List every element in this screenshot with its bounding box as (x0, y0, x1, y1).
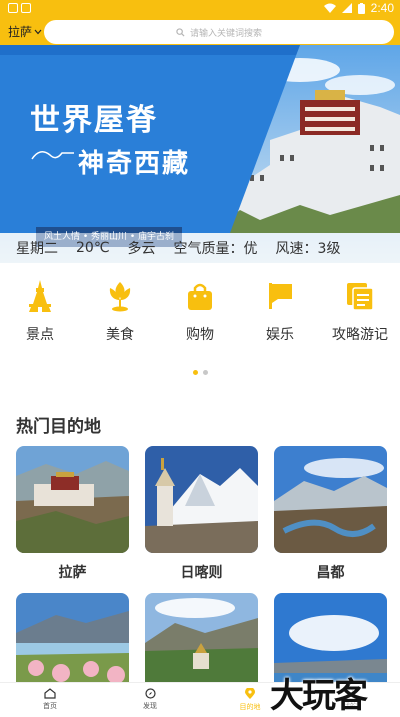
search-input[interactable]: 请输入关键词搜索 (44, 20, 394, 44)
weather-bar: 星期二 20℃ 多云 空气质量：优 风速：3级 (0, 233, 400, 263)
signal-icon (341, 3, 352, 13)
category-travel-guides[interactable]: 攻略游记 (320, 280, 400, 350)
notification-icon (8, 3, 18, 13)
compass-icon (144, 688, 156, 699)
category-label: 购物 (186, 327, 214, 343)
destination-name: 日喀则 (180, 565, 223, 581)
category-label: 娱乐 (266, 327, 294, 343)
destination-image (16, 446, 129, 553)
pager-dot[interactable] (202, 370, 208, 375)
status-time: 2:40 (370, 1, 394, 15)
category-food[interactable]: 美食 (80, 280, 160, 350)
location-pin-icon (245, 688, 255, 699)
weather-condition: 多云 (127, 241, 156, 257)
category-scenic-spots[interactable]: 景点 (0, 280, 80, 350)
destination-image (145, 446, 258, 553)
cloud-swirl-decoration (31, 151, 74, 160)
watermark-logo: 大玩客 (270, 676, 368, 716)
wifi-icon (323, 3, 336, 13)
category-label: 攻略游记 (332, 327, 388, 343)
destination-name: 拉萨 (58, 565, 87, 581)
nav-label: 首页 (43, 702, 57, 710)
category-shopping[interactable]: 购物 (160, 280, 240, 350)
top-header: 拉萨 请输入关键词搜索 (0, 17, 400, 45)
category-label: 美食 (106, 327, 134, 343)
banner-title-line1: 世界屋脊 (30, 103, 158, 138)
weather-wind: 风速：3级 (275, 241, 341, 257)
destination-name: 昌都 (316, 565, 345, 581)
notification-icon (21, 3, 31, 13)
category-pager[interactable] (0, 370, 400, 375)
category-entertainment[interactable]: 娱乐 (240, 280, 320, 350)
section-title: 热门目的地 (16, 417, 101, 437)
city-label: 拉萨 (8, 25, 33, 39)
destination-card-shigatse[interactable] (145, 446, 258, 553)
category-grid: 景点 美食 购物 娱乐 攻略游记 (0, 280, 400, 350)
nav-label: 发现 (143, 702, 157, 710)
home-icon (44, 688, 56, 699)
tower-icon (24, 280, 56, 312)
search-placeholder: 请输入关键词搜索 (189, 28, 262, 39)
destination-card-qamdo[interactable] (274, 446, 387, 553)
status-bar: 2:40 (0, 0, 400, 17)
pager-dot-active[interactable] (192, 370, 198, 375)
weather-temperature: 20℃ (76, 240, 110, 256)
nav-home[interactable]: 首页 (0, 683, 100, 717)
weather-weekday: 星期二 (16, 241, 58, 257)
notes-icon (344, 280, 376, 312)
nav-label: 目的地 (239, 703, 261, 711)
destination-image (274, 446, 387, 553)
app-screen: 2:40 拉萨 请输入关键词搜索 世界屋脊 神奇西藏 星期二 20℃ 多云 空气… (0, 0, 400, 717)
promo-banner[interactable]: 世界屋脊 神奇西藏 风土人情 • 秀丽山川 • 庙宇古刹 星期二 20℃ 多云 … (0, 45, 400, 263)
flag-icon (264, 280, 296, 312)
shopping-bag-icon (184, 280, 216, 312)
weather-air-quality: 空气质量：优 (173, 241, 258, 257)
city-selector[interactable]: 拉萨 (8, 23, 42, 40)
flower-icon (104, 280, 136, 312)
banner-title-line2: 神奇西藏 (78, 149, 191, 179)
destination-card-lhasa[interactable] (16, 446, 129, 553)
search-icon (176, 27, 185, 37)
chevron-down-icon (34, 29, 42, 34)
category-label: 景点 (26, 327, 54, 343)
notification-icons (8, 3, 31, 13)
nav-discover[interactable]: 发现 (100, 683, 200, 717)
battery-icon (357, 2, 365, 14)
